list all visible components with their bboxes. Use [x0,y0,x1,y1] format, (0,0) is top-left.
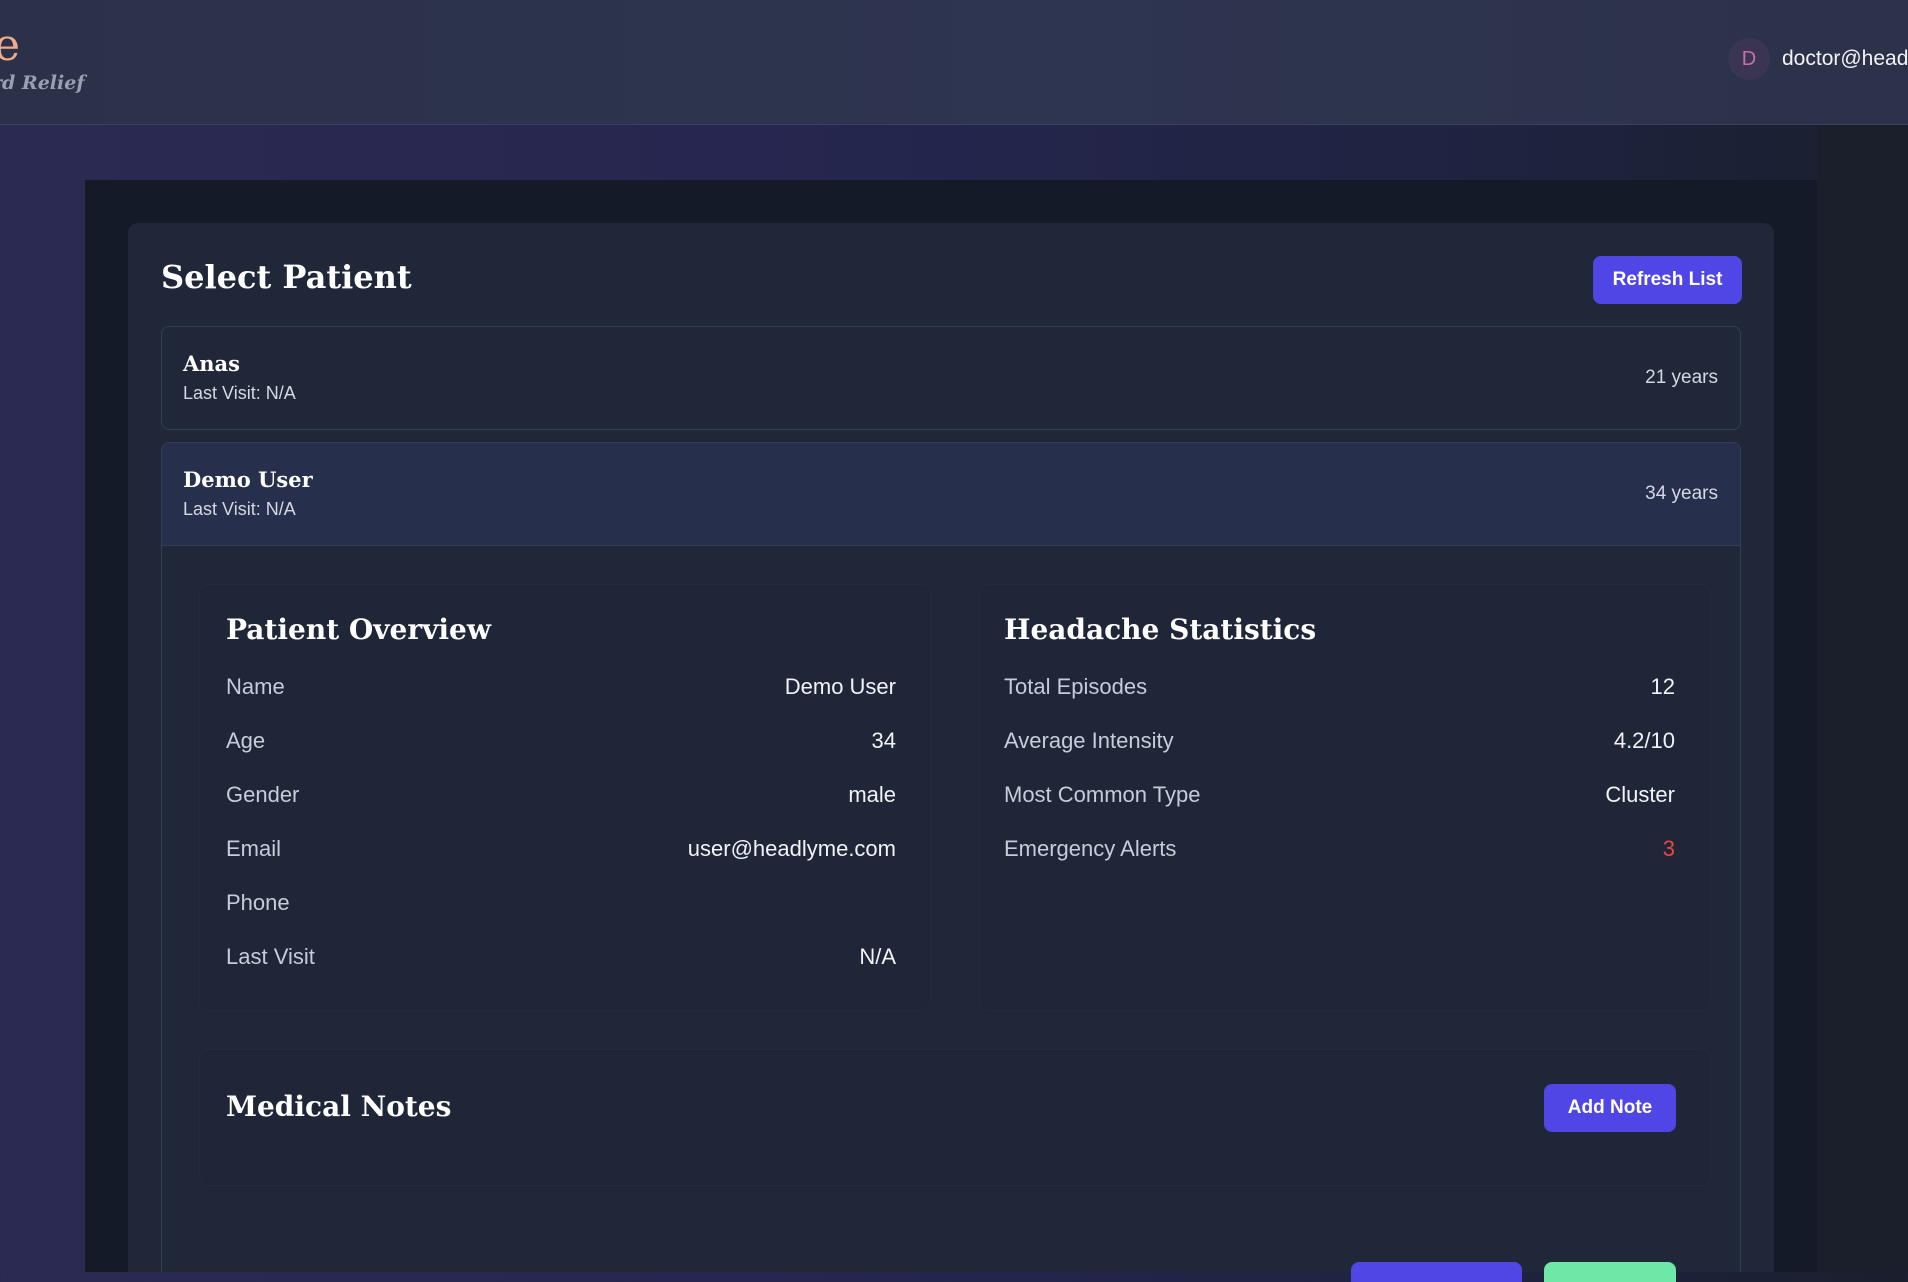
patient-name: Demo User [183,467,313,492]
patient-list-item-selected[interactable]: Demo User Last Visit: N/A 34 years [161,442,1741,546]
overview-row-phone: Phone [226,890,896,920]
overview-row-gender: Gender male [226,782,896,812]
info-label: Email [226,836,282,861]
info-label: Gender [226,782,300,807]
info-value: 34 [871,728,896,753]
patient-list-item[interactable]: Anas Last Visit: N/A 21 years [161,326,1741,430]
info-value: 4.2/10 [1613,728,1675,753]
info-value: N/A [859,944,896,969]
stats-row-most-common-type: Most Common Type Cluster [1004,782,1675,812]
action-button-primary[interactable] [1351,1262,1522,1282]
overview-row-name: Name Demo User [226,674,896,704]
headache-statistics-title: Headache Statistics [1004,613,1317,646]
patient-overview-title: Patient Overview [226,613,491,646]
overview-row-last-visit: Last Visit N/A [226,944,896,974]
overview-row-age: Age 34 [226,728,896,758]
info-label: Name [226,674,285,699]
info-label: Total Episodes [1004,674,1148,699]
info-label: Most Common Type [1004,782,1201,807]
info-value: male [848,782,896,807]
user-menu[interactable]: D doctor@head [1728,38,1908,80]
stats-row-average-intensity: Average Intensity 4.2/10 [1004,728,1675,758]
info-value: Demo User [784,674,896,699]
info-label: Average Intensity [1004,728,1174,753]
info-value: user@headlyme.com [687,836,896,861]
brand-tagline: rd Relief [0,72,85,94]
stats-row-emergency-alerts: Emergency Alerts 3 [1004,836,1675,866]
refresh-list-button[interactable]: Refresh List [1593,256,1742,304]
avatar[interactable]: D [1728,38,1770,80]
patient-age: 21 years [1645,367,1718,388]
patient-age: 34 years [1645,483,1718,504]
medical-notes-title: Medical Notes [226,1090,452,1123]
brand-title[interactable]: e [0,20,20,71]
stats-row-total-episodes: Total Episodes 12 [1004,674,1675,704]
info-value: 12 [1650,674,1675,699]
action-button-success[interactable] [1544,1262,1676,1282]
patient-name: Anas [183,351,240,376]
emergency-alert-count: 3 [1662,836,1675,861]
right-gutter [1817,125,1908,1272]
info-label: Last Visit [226,944,315,969]
patient-last-visit: Last Visit: N/A [183,499,296,519]
info-label: Age [226,728,266,753]
info-value: Cluster [1605,782,1675,807]
user-email: doctor@head [1782,47,1908,70]
top-navbar: e rd Relief D doctor@head [0,0,1908,125]
patient-last-visit: Last Visit: N/A [183,383,296,403]
info-label: Phone [226,890,290,915]
overview-row-email: Email user@headlyme.com [226,836,896,866]
page-title: Select Patient [161,258,412,296]
add-note-button[interactable]: Add Note [1544,1084,1676,1132]
info-label: Emergency Alerts [1004,836,1177,861]
